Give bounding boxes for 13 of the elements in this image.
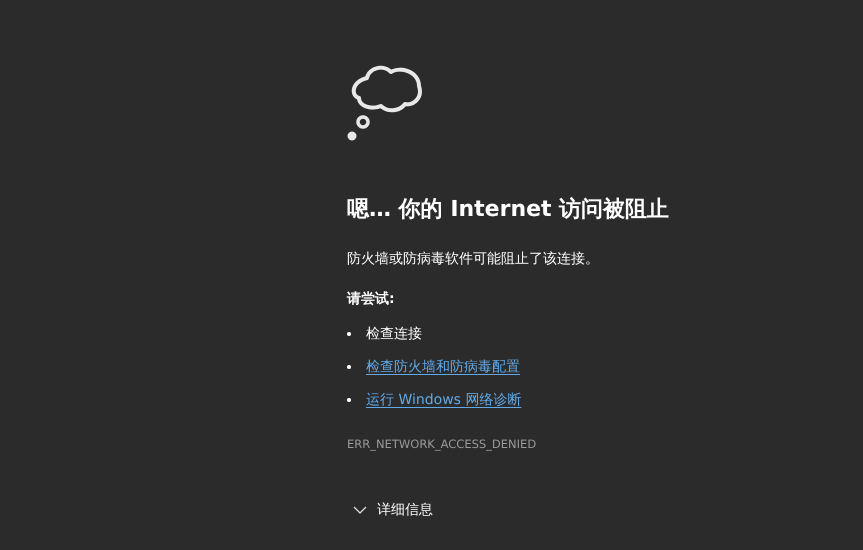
suggestions-heading: 请尝试: [347, 290, 395, 308]
error-code: ERR_NETWORK_ACCESS_DENIED [347, 437, 536, 451]
suggestion-text: 检查连接 [366, 325, 422, 343]
bullet-icon [347, 365, 351, 369]
error-message: 防火墙或防病毒软件可能阻止了该连接。 [347, 250, 599, 268]
chevron-down-icon [353, 506, 367, 514]
details-toggle[interactable]: 详细信息 [353, 501, 433, 519]
thought-bubble-icon [347, 64, 423, 142]
bullet-icon [347, 398, 351, 402]
suggestion-link[interactable]: 运行 Windows 网络诊断 [366, 391, 522, 409]
suggestion-link[interactable]: 检查防火墙和防病毒配置 [366, 358, 520, 376]
error-title: 嗯… 你的 Internet 访问被阻止 [347, 196, 670, 224]
bullet-icon [347, 332, 351, 336]
